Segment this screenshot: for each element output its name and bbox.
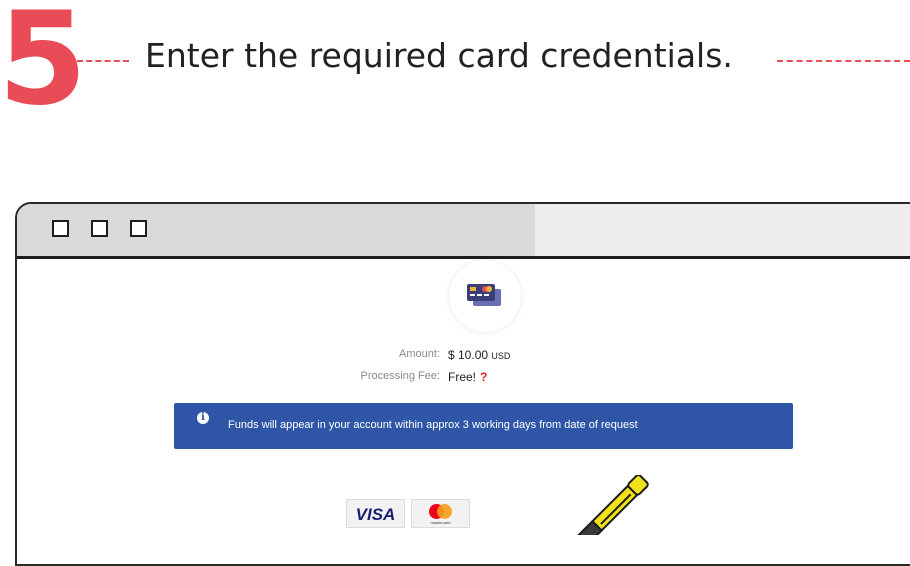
info-icon: i bbox=[197, 412, 209, 424]
mastercard-label: mastercard bbox=[430, 520, 451, 525]
window-button-3[interactable] bbox=[130, 220, 147, 237]
fee-help-icon[interactable]: ? bbox=[480, 370, 487, 384]
notice-text: Funds will appear in your account within… bbox=[228, 419, 638, 431]
step-number: 5 bbox=[0, 0, 87, 134]
amount-currency: USD bbox=[491, 351, 511, 361]
amount-value: $ 10.00 USD bbox=[448, 348, 511, 362]
amount-label: Amount: bbox=[399, 348, 440, 360]
fee-value: Free!? bbox=[448, 370, 488, 384]
info-notice: i Funds will appear in your account with… bbox=[174, 403, 793, 449]
window-button-1[interactable] bbox=[52, 220, 69, 237]
step-instruction: Enter the required card credentials. bbox=[145, 36, 733, 75]
fee-label: Processing Fee: bbox=[360, 370, 440, 382]
window-button-2[interactable] bbox=[91, 220, 108, 237]
dashed-connector-left bbox=[77, 60, 129, 62]
browser-titlebar bbox=[17, 204, 910, 259]
mastercard-logo[interactable]: mastercard bbox=[411, 499, 470, 528]
dashed-connector-right bbox=[777, 60, 910, 62]
pen-icon bbox=[575, 475, 649, 535]
credit-card-icon bbox=[449, 260, 521, 332]
browser-window: Amount: $ 10.00 USD Processing Fee: Free… bbox=[15, 202, 910, 566]
visa-logo[interactable]: VISA bbox=[346, 499, 405, 528]
address-area bbox=[535, 204, 910, 256]
